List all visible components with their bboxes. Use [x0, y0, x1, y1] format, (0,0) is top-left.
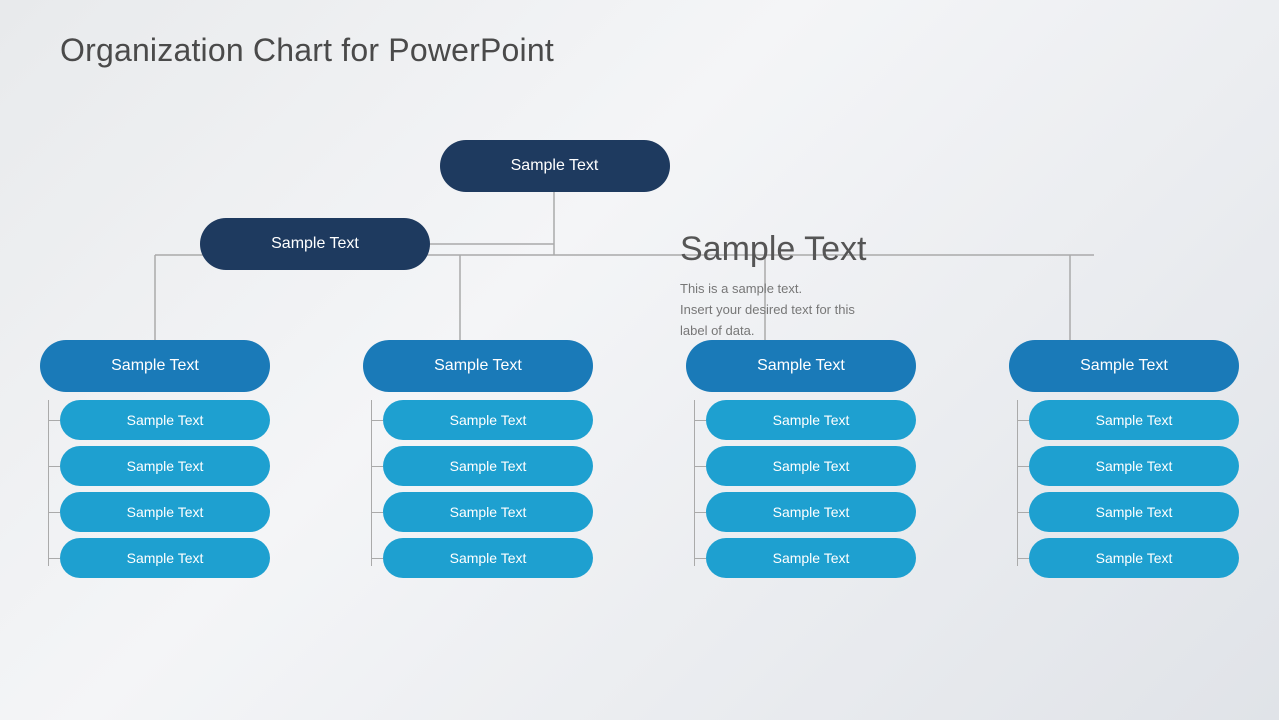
col-2-child-4: Sample Text — [383, 538, 593, 578]
col-1-child-1: Sample Text — [60, 400, 270, 440]
column-1: Sample Text Sample Text Sample Text Samp… — [40, 340, 270, 578]
col-4-child-2: Sample Text — [1029, 446, 1239, 486]
chart-area: Sample Text Sample Text Sample Text This… — [0, 110, 1279, 700]
col-2-header: Sample Text — [363, 340, 593, 392]
col-4-child-3: Sample Text — [1029, 492, 1239, 532]
col-2-child-3: Sample Text — [383, 492, 593, 532]
side-text-block: Sample Text This is a sample text.Insert… — [680, 230, 970, 341]
column-3: Sample Text Sample Text Sample Text Samp… — [686, 340, 916, 578]
col-1-child-3: Sample Text — [60, 492, 270, 532]
column-4: Sample Text Sample Text Sample Text Samp… — [1009, 340, 1239, 578]
col-1-children: Sample Text Sample Text Sample Text Samp… — [40, 400, 270, 578]
col-2-child-1: Sample Text — [383, 400, 593, 440]
col-3-child-1: Sample Text — [706, 400, 916, 440]
col-2-children: Sample Text Sample Text Sample Text Samp… — [363, 400, 593, 578]
col-4-child-1: Sample Text — [1029, 400, 1239, 440]
side-label-description: This is a sample text.Insert your desire… — [680, 279, 970, 341]
col-3-child-3: Sample Text — [706, 492, 916, 532]
col-1-header: Sample Text — [40, 340, 270, 392]
top-node: Sample Text — [440, 140, 670, 192]
columns-container: Sample Text Sample Text Sample Text Samp… — [40, 340, 1239, 578]
col-2-child-2: Sample Text — [383, 446, 593, 486]
col-1-child-4: Sample Text — [60, 538, 270, 578]
column-2: Sample Text Sample Text Sample Text Samp… — [363, 340, 593, 578]
side-label-title: Sample Text — [680, 230, 970, 269]
col-4-header: Sample Text — [1009, 340, 1239, 392]
col-3-child-4: Sample Text — [706, 538, 916, 578]
col-3-header: Sample Text — [686, 340, 916, 392]
col-4-child-4: Sample Text — [1029, 538, 1239, 578]
side-node: Sample Text — [200, 218, 430, 270]
col-1-child-2: Sample Text — [60, 446, 270, 486]
col-3-children: Sample Text Sample Text Sample Text Samp… — [686, 400, 916, 578]
col-3-child-2: Sample Text — [706, 446, 916, 486]
col-4-children: Sample Text Sample Text Sample Text Samp… — [1009, 400, 1239, 578]
page-title: Organization Chart for PowerPoint — [60, 32, 554, 69]
